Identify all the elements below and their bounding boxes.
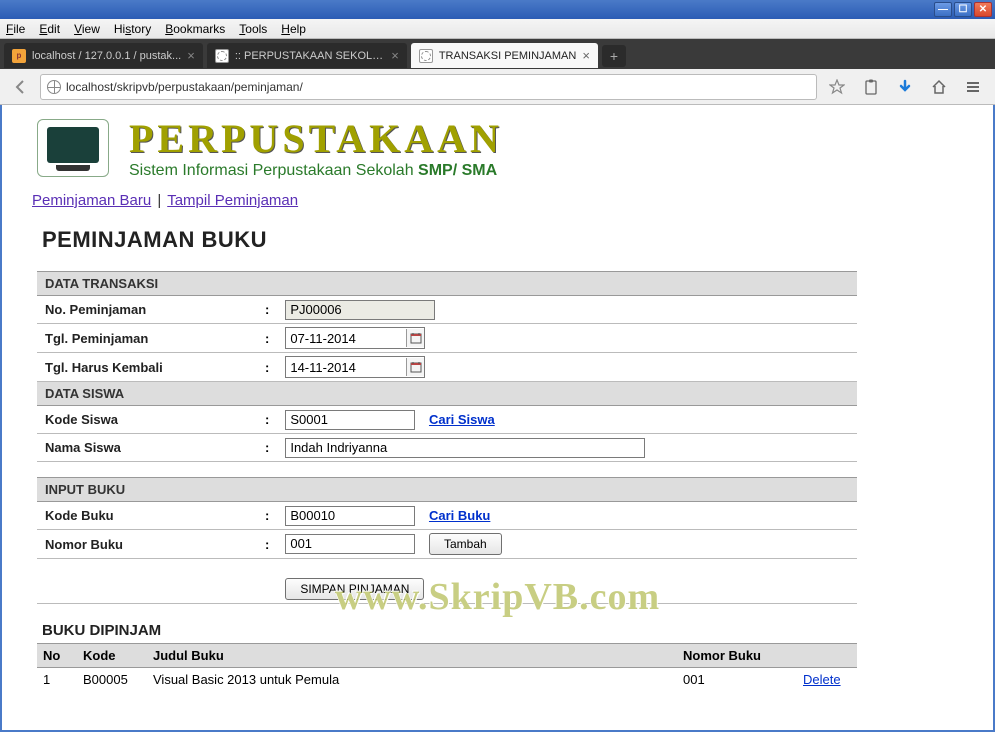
menu-help[interactable]: Help bbox=[281, 22, 306, 36]
col-judul: Judul Buku bbox=[147, 643, 677, 667]
url-input[interactable] bbox=[66, 80, 810, 94]
new-tab-button[interactable]: + bbox=[602, 45, 626, 67]
bookmark-star-icon[interactable] bbox=[823, 74, 851, 100]
borrowed-table: No Kode Judul Buku Nomor Buku 1 B00005 V… bbox=[37, 643, 857, 691]
menu-bookmarks[interactable]: Bookmarks bbox=[165, 22, 225, 36]
home-icon[interactable] bbox=[925, 74, 953, 100]
loan-form: DATA TRANSAKSI No. Peminjaman : Tgl. Pem… bbox=[37, 271, 857, 604]
input-no-peminjaman bbox=[285, 300, 435, 320]
calendar-icon[interactable] bbox=[406, 358, 424, 376]
tab-close-icon[interactable]: × bbox=[391, 48, 399, 63]
table-row: 1 B00005 Visual Basic 2013 untuk Pemula … bbox=[37, 667, 857, 691]
link-cari-siswa[interactable]: Cari Siswa bbox=[429, 412, 495, 427]
tab-label: localhost / 127.0.0.1 / pustak... bbox=[32, 50, 181, 62]
label-tgl-peminjaman: Tgl. Peminjaman bbox=[37, 324, 257, 353]
label-kode-siswa: Kode Siswa bbox=[37, 406, 257, 434]
tab-phpmyadmin[interactable]: p localhost / 127.0.0.1 / pustak... × bbox=[4, 43, 203, 68]
logo-monitor-icon bbox=[37, 119, 109, 177]
input-kode-siswa[interactable] bbox=[285, 410, 415, 430]
globe-icon bbox=[47, 80, 61, 94]
link-peminjaman-baru[interactable]: Peminjaman Baru bbox=[32, 192, 151, 209]
favicon-generic-icon bbox=[215, 49, 229, 63]
calendar-icon[interactable] bbox=[406, 329, 424, 347]
favicon-pma: p bbox=[12, 49, 26, 63]
menu-tools[interactable]: Tools bbox=[239, 22, 267, 36]
menu-bar: File Edit View History Bookmarks Tools H… bbox=[0, 19, 995, 39]
input-tgl-peminjaman[interactable] bbox=[286, 329, 406, 347]
tab-transaksi[interactable]: TRANSAKSI PEMINJAMAN × bbox=[411, 43, 598, 68]
download-icon[interactable] bbox=[891, 74, 919, 100]
site-header: PERPUSTAKAAN Sistem Informasi Perpustaka… bbox=[37, 115, 963, 180]
link-cari-buku[interactable]: Cari Buku bbox=[429, 508, 490, 523]
col-no: No bbox=[37, 643, 77, 667]
menu-file[interactable]: File bbox=[6, 22, 25, 36]
site-subtitle: Sistem Informasi Perpustakaan Sekolah SM… bbox=[129, 162, 503, 180]
close-button[interactable]: ✕ bbox=[974, 2, 992, 17]
link-separator: | bbox=[157, 192, 161, 209]
delete-link[interactable]: Delete bbox=[803, 672, 841, 687]
reading-list-icon[interactable] bbox=[857, 74, 885, 100]
col-nomor: Nomor Buku bbox=[677, 643, 797, 667]
tab-close-icon[interactable]: × bbox=[582, 48, 590, 63]
input-nama-siswa[interactable] bbox=[285, 438, 645, 458]
tab-label: :: PERPUSTAKAAN SEKOLAH - Sist... bbox=[235, 50, 385, 62]
borrowed-heading: BUKU DIPINJAM bbox=[42, 622, 963, 639]
window-titlebar: — ☐ ✕ bbox=[0, 0, 995, 19]
tab-label: TRANSAKSI PEMINJAMAN bbox=[439, 50, 577, 62]
back-button[interactable] bbox=[8, 74, 34, 100]
section-input-buku: INPUT BUKU bbox=[37, 478, 857, 502]
tambah-button[interactable]: Tambah bbox=[429, 533, 502, 555]
tab-strip: p localhost / 127.0.0.1 / pustak... × ::… bbox=[0, 39, 995, 69]
label-nomor-buku: Nomor Buku bbox=[37, 530, 257, 559]
input-tgl-kembali[interactable] bbox=[286, 358, 406, 376]
label-kode-buku: Kode Buku bbox=[37, 502, 257, 530]
menu-view[interactable]: View bbox=[74, 22, 100, 36]
col-kode: Kode bbox=[77, 643, 147, 667]
hamburger-menu-icon[interactable] bbox=[959, 74, 987, 100]
section-data-siswa: DATA SISWA bbox=[37, 382, 857, 406]
label-nama-siswa: Nama Siswa bbox=[37, 434, 257, 462]
menu-edit[interactable]: Edit bbox=[39, 22, 60, 36]
browser-toolbar bbox=[0, 69, 995, 105]
menu-history[interactable]: History bbox=[114, 22, 151, 36]
url-bar[interactable] bbox=[40, 74, 817, 100]
favicon-generic-icon bbox=[419, 49, 433, 63]
tab-perpustakaan[interactable]: :: PERPUSTAKAAN SEKOLAH - Sist... × bbox=[207, 43, 407, 68]
section-data-transaksi: DATA TRANSAKSI bbox=[37, 272, 857, 296]
input-kode-buku[interactable] bbox=[285, 506, 415, 526]
site-title: PERPUSTAKAAN bbox=[129, 115, 503, 162]
minimize-button[interactable]: — bbox=[934, 2, 952, 17]
page-viewport[interactable]: PERPUSTAKAAN Sistem Informasi Perpustaka… bbox=[0, 105, 995, 732]
page-links: Peminjaman Baru | Tampil Peminjaman bbox=[32, 192, 963, 209]
maximize-button[interactable]: ☐ bbox=[954, 2, 972, 17]
tab-close-icon[interactable]: × bbox=[187, 48, 195, 63]
label-no-peminjaman: No. Peminjaman bbox=[37, 296, 257, 324]
input-nomor-buku[interactable] bbox=[285, 534, 415, 554]
link-tampil-peminjaman[interactable]: Tampil Peminjaman bbox=[167, 192, 298, 209]
page-title: PEMINJAMAN BUKU bbox=[42, 227, 963, 253]
simpan-pinjaman-button[interactable]: SIMPAN PINJAMAN bbox=[285, 578, 424, 600]
label-tgl-kembali: Tgl. Harus Kembali bbox=[37, 353, 257, 382]
